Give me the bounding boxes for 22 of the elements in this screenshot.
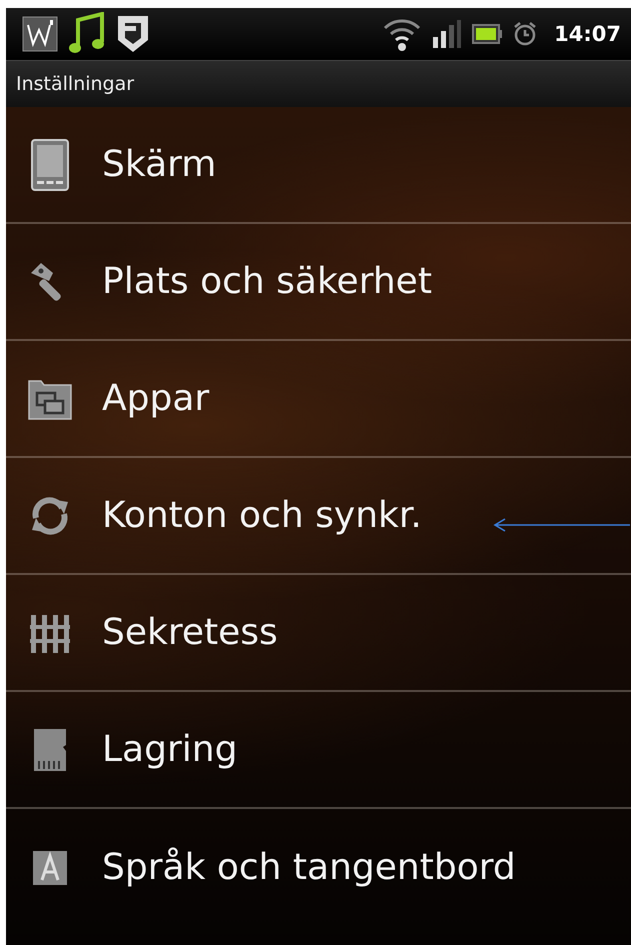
settings-item-label: Plats och säkerhet: [102, 261, 432, 302]
settings-item-label: Sekretess: [102, 612, 278, 653]
settings-item[interactable]: Sekretess: [6, 575, 631, 692]
battery-icon: [472, 24, 502, 44]
settings-item-label: Lagring: [102, 729, 238, 770]
shield-icon[interactable]: [116, 14, 150, 54]
settings-item[interactable]: Lagring: [6, 692, 631, 809]
settings-item[interactable]: Konton och synkr.: [6, 458, 631, 575]
widget-icon[interactable]: [22, 16, 58, 52]
alarm-clock-icon: [512, 21, 538, 47]
settings-item-label: Konton och synkr.: [102, 495, 422, 536]
signal-icon: [432, 19, 462, 49]
settings-item[interactable]: Plats och säkerhet: [6, 224, 631, 341]
music-note-icon[interactable]: [68, 12, 106, 56]
settings-item-label: Språk och tangentbord: [102, 847, 516, 888]
clock-time: 14:07: [554, 22, 621, 46]
settings-item-label: Skärm: [102, 144, 216, 185]
screen-title: Inställningar: [16, 73, 134, 95]
settings-item[interactable]: Skärm: [6, 107, 631, 224]
settings-item[interactable]: Språk och tangentbord: [6, 809, 631, 926]
settings-item[interactable]: Appar: [6, 341, 631, 458]
settings-item-label: Appar: [102, 378, 210, 419]
